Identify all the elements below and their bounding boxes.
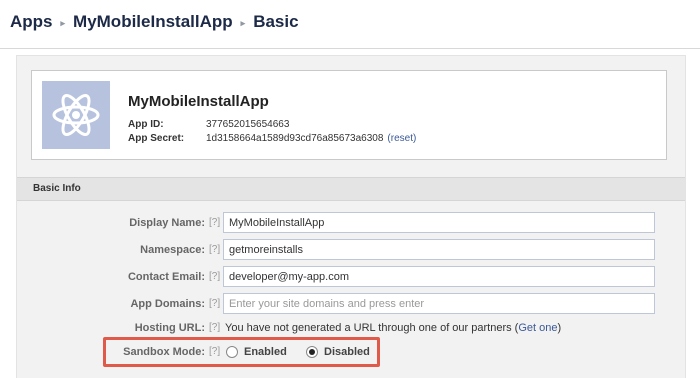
- hosting-url-message: You have not generated a URL through one…: [225, 322, 519, 334]
- hosting-url-suffix: ): [557, 322, 562, 334]
- app-domains-row: App Domains: [?]: [17, 293, 685, 315]
- display-name-input[interactable]: [223, 212, 655, 233]
- breadcrumb-apps[interactable]: Apps: [10, 12, 53, 32]
- sandbox-disabled-radio[interactable]: Disabled: [306, 341, 370, 363]
- display-name-label: Display Name:: [129, 217, 205, 229]
- app-domains-label: App Domains:: [130, 298, 205, 310]
- display-name-row: Display Name: [?]: [17, 212, 685, 234]
- app-id-label: App ID:: [128, 119, 164, 130]
- app-name: MyMobileInstallApp: [128, 93, 269, 110]
- namespace-row: Namespace: [?]: [17, 239, 685, 261]
- sandbox-enabled-radio[interactable]: Enabled: [226, 341, 287, 363]
- sandbox-mode-label: Sandbox Mode:: [123, 346, 205, 358]
- radio-unchecked-icon: [226, 346, 238, 358]
- breadcrumb-separator: ▸: [240, 17, 246, 28]
- radio-checked-icon: [306, 346, 318, 358]
- app-secret-value: 1d3158664a1589d93cd76a85673a6308: [206, 133, 384, 144]
- hosting-url-row: Hosting URL: [?] You have not generated …: [17, 317, 685, 339]
- get-one-link[interactable]: Get one: [518, 322, 557, 334]
- sandbox-enabled-label: Enabled: [244, 346, 287, 358]
- namespace-label: Namespace:: [140, 244, 205, 256]
- app-id-row: App ID: 377652015654663: [128, 119, 289, 130]
- breadcrumb: Apps ▸ MyMobileInstallApp ▸ Basic: [10, 10, 299, 34]
- settings-panel: MyMobileInstallApp App ID: 3776520156546…: [16, 55, 686, 378]
- hosting-url-text: You have not generated a URL through one…: [225, 317, 561, 339]
- help-icon[interactable]: [?]: [209, 239, 220, 261]
- app-secret-row: App Secret: 1d3158664a1589d93cd76a85673a…: [128, 133, 416, 144]
- help-icon[interactable]: [?]: [209, 317, 220, 339]
- app-summary-card: MyMobileInstallApp App ID: 3776520156546…: [31, 70, 667, 160]
- contact-email-label: Contact Email:: [127, 271, 205, 283]
- app-icon: [42, 81, 110, 149]
- app-id-value: 377652015654663: [206, 119, 290, 130]
- sandbox-disabled-label: Disabled: [324, 346, 370, 358]
- app-domains-input[interactable]: [223, 293, 655, 314]
- hosting-url-label: Hosting URL:: [134, 322, 205, 334]
- breadcrumb-app[interactable]: MyMobileInstallApp: [73, 12, 233, 32]
- help-icon[interactable]: [?]: [209, 212, 220, 234]
- breadcrumb-separator: ▸: [60, 17, 66, 28]
- help-icon[interactable]: [?]: [209, 293, 220, 315]
- section-basic-info: Basic Info: [17, 177, 685, 201]
- reset-secret-link[interactable]: (reset): [387, 133, 416, 144]
- contact-email-input[interactable]: [223, 266, 655, 287]
- contact-email-row: Contact Email: [?]: [17, 266, 685, 288]
- breadcrumb-current: Basic: [253, 12, 299, 31]
- atom-icon: [52, 94, 100, 136]
- app-secret-label: App Secret:: [128, 133, 185, 144]
- sandbox-mode-row: Sandbox Mode: [?] Enabled Disabled: [17, 341, 685, 363]
- help-icon[interactable]: [?]: [209, 266, 220, 288]
- help-icon[interactable]: [?]: [209, 341, 220, 363]
- namespace-input[interactable]: [223, 239, 655, 260]
- header-divider: [0, 48, 700, 49]
